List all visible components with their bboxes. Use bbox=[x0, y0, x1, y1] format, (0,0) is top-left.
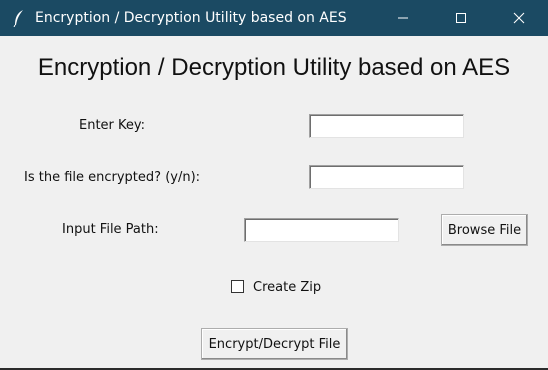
create-zip-checkbox[interactable] bbox=[231, 280, 244, 293]
key-label: Enter Key: bbox=[79, 118, 146, 133]
create-zip-label[interactable]: Create Zip bbox=[253, 280, 321, 295]
title-bar[interactable]: Encryption / Decryption Utility based on… bbox=[0, 0, 548, 36]
encrypt-decrypt-button[interactable]: Encrypt/Decrypt File bbox=[201, 328, 348, 360]
window-title: Encryption / Decryption Utility based on… bbox=[35, 10, 347, 26]
close-button[interactable] bbox=[490, 0, 548, 36]
file-path-input[interactable] bbox=[244, 218, 399, 242]
minimize-button[interactable] bbox=[374, 0, 432, 36]
browse-file-button[interactable]: Browse File bbox=[441, 214, 528, 246]
file-path-label: Input File Path: bbox=[62, 222, 159, 237]
close-icon bbox=[513, 9, 525, 28]
page-heading: Encryption / Decryption Utility based on… bbox=[37, 54, 511, 81]
feather-icon bbox=[12, 9, 26, 28]
maximize-button[interactable] bbox=[432, 0, 490, 36]
app-window: Encryption / Decryption Utility based on… bbox=[0, 0, 548, 370]
minimize-icon bbox=[397, 9, 409, 28]
maximize-icon bbox=[455, 9, 467, 28]
encrypted-label: Is the file encrypted? (y/n): bbox=[24, 170, 201, 185]
encrypted-input[interactable] bbox=[309, 165, 464, 189]
key-input[interactable] bbox=[309, 114, 464, 138]
